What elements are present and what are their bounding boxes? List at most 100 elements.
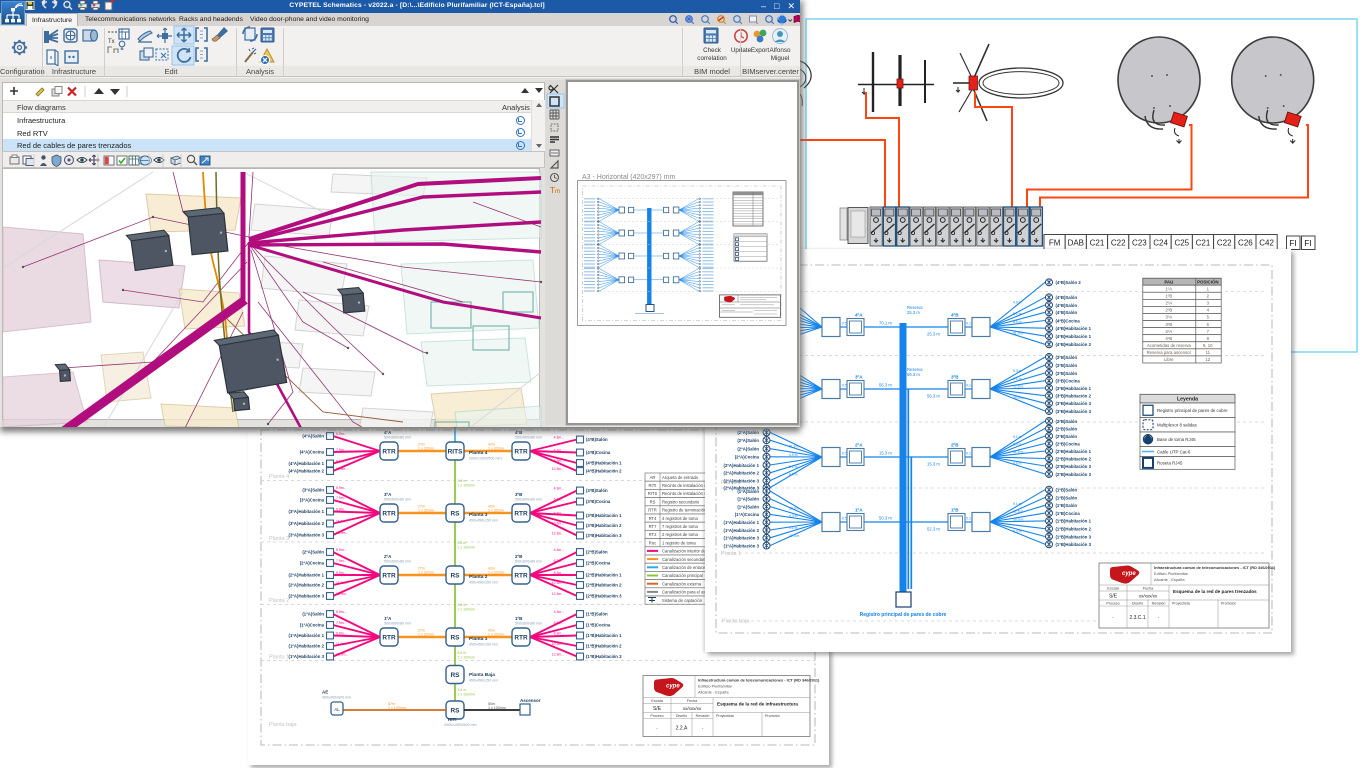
svg-text:9, 10: 9, 10 — [1203, 343, 1213, 348]
svg-text:(1ºB)Habitación 3: (1ºB)Habitación 3 — [1056, 542, 1092, 547]
svg-text:(3ºB)Habitación 1: (3ºB)Habitación 1 — [1056, 386, 1092, 391]
svg-text:1 x 32mm: 1 x 32mm — [488, 571, 504, 575]
svg-text:Escala: Escala — [651, 699, 663, 703]
svg-text:12.3m...: 12.3m... — [552, 592, 564, 596]
svg-text:1 x 100mm: 1 x 100mm — [488, 706, 506, 710]
svg-text:500x600x80 mm: 500x600x80 mm — [384, 560, 411, 564]
svg-text:7.9m...: 7.9m... — [336, 559, 346, 563]
svg-text:Export: Export — [751, 47, 769, 54]
svg-text:Esquema de la red de infraestr: Esquema de la red de infraestructura — [717, 702, 798, 707]
svg-text:C42: C42 — [1259, 239, 1274, 248]
svg-text:(2ºB)Habitación 3: (2ºB)Habitación 3 — [1056, 464, 1092, 469]
svg-text:S/E: S/E — [653, 706, 662, 712]
svg-text:(3ºA)Habitación 1: (3ºA)Habitación 1 — [289, 509, 325, 514]
svg-text:Planta 1: Planta 1 — [269, 655, 289, 661]
svg-text:5.9m...: 5.9m... — [336, 610, 346, 614]
svg-text:Canalización externa: Canalización externa — [662, 581, 702, 586]
svg-text:Planta 1: Planta 1 — [721, 551, 741, 557]
svg-text:Planta baja: Planta baja — [722, 619, 750, 625]
svg-text:1ºA: 1ºA — [1165, 286, 1172, 291]
svg-text:(4ºB)Salón: (4ºB)Salón — [586, 437, 608, 442]
svg-text:8.3m...: 8.3m... — [554, 459, 564, 463]
svg-text:C22: C22 — [1111, 239, 1126, 248]
svg-text:5.6 m: 5.6 m — [458, 479, 467, 483]
svg-text:RTR: RTR — [382, 448, 396, 455]
svg-text:1ºA: 1ºA — [855, 508, 863, 513]
svg-text:RTR: RTR — [514, 634, 528, 641]
svg-text:500x600x80 mm: 500x600x80 mm — [515, 622, 542, 626]
svg-text:4ºB: 4ºB — [951, 313, 959, 318]
svg-text:(2ºA)Habitación 1: (2ºA)Habitación 1 — [289, 573, 325, 578]
svg-text:56.3 m: 56.3 m — [879, 383, 892, 388]
svg-text:9.1 m: 9.1 m — [1013, 502, 1022, 506]
svg-text:1 x 32mm: 1 x 32mm — [418, 571, 434, 575]
svg-text:FI: FI — [1304, 238, 1312, 248]
svg-text:(2ºA)Salón: (2ºA)Salón — [737, 430, 759, 435]
svg-text:1ºA: 1ºA — [384, 616, 392, 621]
svg-text:4ºB: 4ºB — [1165, 336, 1172, 341]
svg-text:(4ºB)Salón: (4ºB)Salón — [1056, 303, 1078, 308]
svg-text:(4ºB)Habitación 2: (4ºB)Habitación 2 — [1056, 342, 1092, 347]
svg-text:RS: RS — [450, 707, 460, 714]
svg-text:(1ºA)Salón: (1ºA)Salón — [302, 612, 324, 617]
svg-text:4.9 m: 4.9 m — [789, 453, 798, 457]
svg-text:(2ºB)Habitación 1: (2ºB)Habitación 1 — [1056, 449, 1092, 454]
svg-text:RITS: RITS — [448, 448, 463, 455]
svg-text:30.0 m: 30.0 m — [1013, 517, 1024, 521]
svg-text:RTR: RTR — [514, 572, 528, 579]
svg-text:(1ºB)Salón: (1ºB)Salón — [1056, 488, 1078, 493]
svg-text:4 registros de toma: 4 registros de toma — [662, 516, 699, 521]
svg-text:6.3m...: 6.3m... — [554, 498, 564, 502]
svg-text:(3ºA)Habitación 3: (3ºA)Habitación 3 — [289, 533, 325, 538]
svg-text:Planta baja: Planta baja — [269, 722, 297, 728]
svg-text:(2ºB)Salón: (2ºB)Salón — [586, 550, 608, 555]
svg-text:2000x1000/500 mm: 2000x1000/500 mm — [469, 457, 502, 461]
svg-text:(1ºB)Cocina: (1ºB)Cocina — [1056, 511, 1081, 516]
svg-text:Planta 4: Planta 4 — [469, 450, 488, 456]
svg-text:500x600x80 mm: 500x600x80 mm — [515, 498, 542, 502]
svg-text:Canalización de enlace: Canalización de enlace — [662, 565, 706, 570]
svg-text:5.3 m: 5.3 m — [1013, 529, 1022, 533]
svg-text:Proceso: Proceso — [650, 714, 663, 718]
svg-text:12.5 m: 12.5 m — [1013, 510, 1024, 514]
svg-text:Promotor: Promotor — [1221, 602, 1237, 606]
svg-text:RTR: RTR — [382, 572, 396, 579]
svg-text:Escala: Escala — [1107, 587, 1119, 591]
svg-text:7.9m...: 7.9m... — [336, 496, 346, 500]
svg-text:12.5 m: 12.5 m — [789, 534, 800, 538]
svg-text:(4ºB)Habitación 1: (4ºB)Habitación 1 — [1056, 334, 1092, 339]
svg-text:(3ºB)Habitación 2: (3ºB)Habitación 2 — [1056, 394, 1092, 399]
svg-text:5.3 m: 5.3 m — [1013, 369, 1022, 373]
svg-text:(4ºA)Salón: (4ºA)Salón — [302, 434, 324, 439]
svg-text:RTR: RTR — [382, 510, 396, 517]
svg-text:10.3m...: 10.3m... — [552, 522, 564, 526]
svg-text:C24: C24 — [1153, 239, 1168, 248]
svg-text:4.3m...: 4.3m... — [554, 487, 564, 491]
svg-text:(2ºB)Habitación 3: (2ºB)Habitación 3 — [1056, 472, 1092, 477]
svg-text:Proyectista: Proyectista — [1172, 602, 1190, 606]
svg-text:Diseño: Diseño — [676, 714, 687, 718]
svg-text:500x600x80 mm: 500x600x80 mm — [384, 622, 411, 626]
svg-text:13.9m...: 13.9m... — [336, 531, 348, 535]
svg-text:2ºB: 2ºB — [515, 554, 523, 559]
svg-text:Revisión: Revisión — [1152, 602, 1166, 606]
svg-text:(3ºA)Cocina: (3ºA)Cocina — [300, 498, 325, 503]
svg-text:(1ºB)Habitación 3: (1ºB)Habitación 3 — [1056, 534, 1092, 539]
svg-text:(1ºB)Salón: (1ºB)Salón — [1056, 495, 1078, 500]
svg-text:(1ºA)Habitación 2: (1ºA)Habitación 2 — [724, 528, 760, 533]
svg-text:(2ºA)Salón: (2ºA)Salón — [737, 447, 759, 452]
svg-text:12.3m...: 12.3m... — [552, 532, 564, 536]
svg-text:56.3 m: 56.3 m — [927, 394, 940, 399]
svg-text:3ºB: 3ºB — [1165, 322, 1172, 327]
svg-text:(2ºB)Salón: (2ºB)Salón — [1056, 426, 1078, 431]
svg-text:1ºB: 1ºB — [515, 616, 523, 621]
svg-text:Base de toma RJ45: Base de toma RJ45 — [1157, 437, 1196, 442]
svg-text:(4ºA)Cocina: (4ºA)Cocina — [300, 450, 325, 455]
svg-text:(1ºB)Habitación 1: (1ºB)Habitación 1 — [586, 633, 622, 638]
svg-text:C22: C22 — [1217, 239, 1232, 248]
svg-text:12.3m...: 12.3m... — [552, 653, 564, 657]
svg-text:RS: RS — [450, 672, 460, 679]
svg-text:500x600x80 mm: 500x600x80 mm — [515, 436, 542, 440]
svg-text:8.0 m: 8.0 m — [1013, 320, 1022, 324]
svg-text:Canalización principal: Canalización principal — [662, 573, 703, 578]
